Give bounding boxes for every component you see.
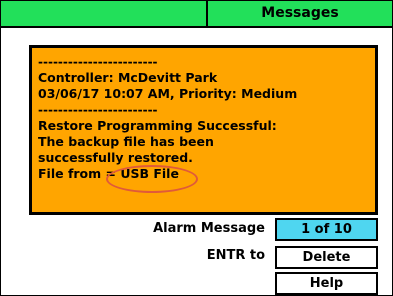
message-heading-line: Restore Programming Successful: bbox=[38, 118, 277, 133]
help-button[interactable]: Help bbox=[275, 272, 378, 295]
message-body-line: The backup file has been bbox=[38, 134, 214, 149]
screen-title: Messages bbox=[261, 5, 339, 21]
message-controller-line: Controller: McDevitt Park bbox=[38, 70, 218, 85]
message-panel: ------------------------ Controller: McD… bbox=[29, 45, 378, 215]
message-datetime-priority-line: 03/06/17 10:07 AM, Priority: Medium bbox=[38, 86, 298, 101]
alarm-message-counter[interactable]: 1 of 10 bbox=[275, 218, 378, 241]
title-bar: Messages bbox=[1, 1, 392, 28]
title-bar-blank-tab bbox=[1, 1, 208, 26]
entr-to-label: ENTR to bbox=[206, 248, 265, 263]
delete-button[interactable]: Delete bbox=[275, 246, 378, 269]
alarm-message-label: Alarm Message bbox=[153, 221, 265, 236]
message-separator: ------------------------ bbox=[38, 103, 158, 117]
message-separator: ------------------------ bbox=[38, 55, 158, 69]
message-body-line: successfully restored. bbox=[38, 150, 193, 165]
annotation-ellipse bbox=[106, 165, 198, 193]
message-file-source-line: File from = USB File bbox=[38, 166, 179, 181]
controller-screen: Messages ------------------------ Contro… bbox=[0, 0, 393, 296]
